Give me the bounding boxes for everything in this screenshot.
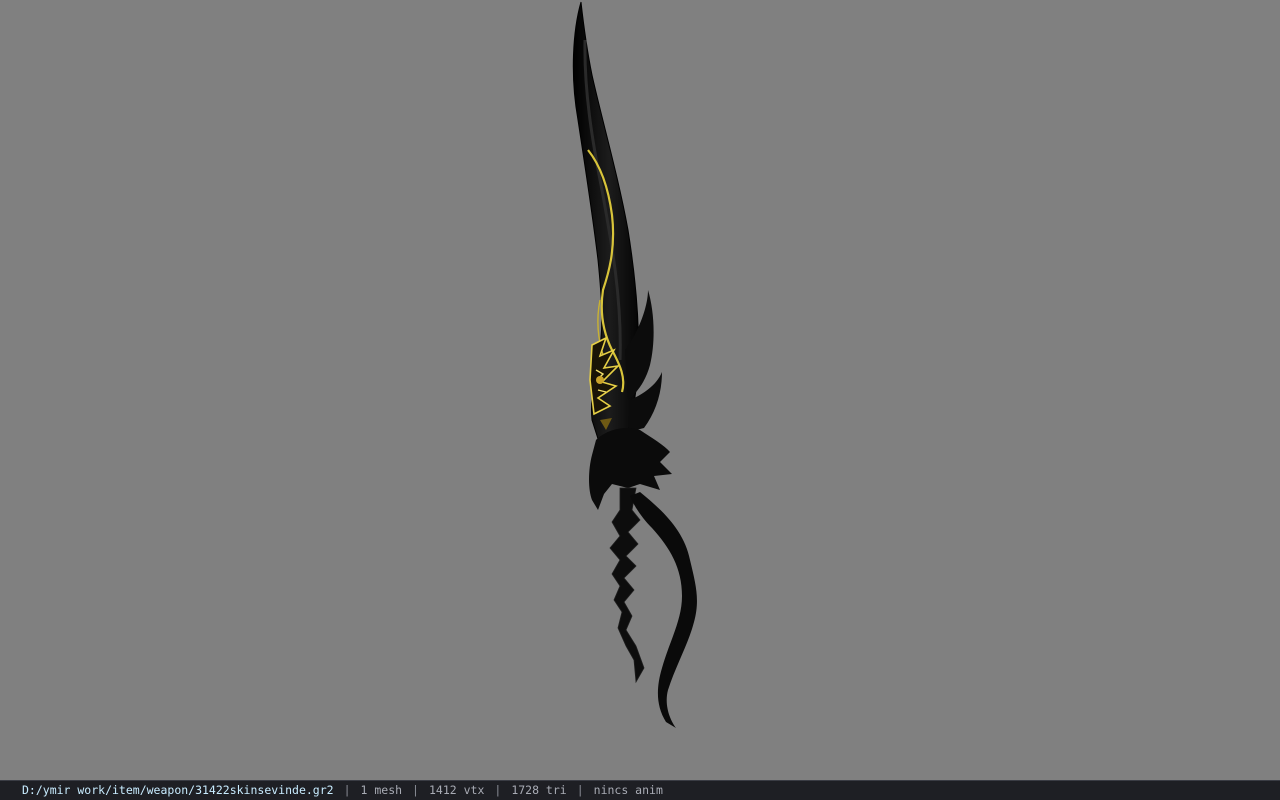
vertex-count: 1412 vtx	[428, 783, 485, 797]
status-bar: D:/ymir work/item/weapon/31422skinsevind…	[0, 780, 1280, 800]
anim-status: nincs anim	[593, 783, 663, 797]
separator: |	[412, 783, 419, 797]
separator: |	[576, 783, 584, 797]
sword-model[interactable]	[0, 0, 1280, 780]
grip	[609, 487, 645, 684]
separator: |	[343, 783, 351, 797]
separator: |	[494, 783, 502, 797]
mesh-count: 1 mesh	[360, 783, 403, 797]
model-viewport[interactable]	[0, 0, 1280, 780]
tail-tendril	[630, 492, 697, 728]
triangle-count: 1728 tri	[511, 783, 567, 797]
file-path: D:/ymir work/item/weapon/31422skinsevind…	[22, 783, 334, 797]
